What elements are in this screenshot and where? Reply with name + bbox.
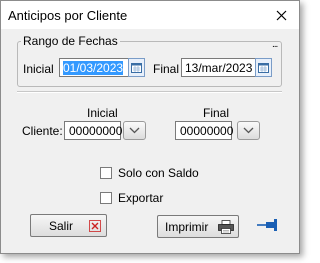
client-final-field[interactable]: 00000000 [175,121,234,140]
client-final-value: 00000000 [180,124,234,138]
calendar-icon [258,63,269,73]
title-bar: Anticipos por Cliente [1,1,299,29]
exit-button-label: Salir [49,218,74,233]
solo-con-saldo-checkbox[interactable] [100,167,112,179]
client-initial-dropdown-button[interactable] [123,121,146,140]
more-options-button[interactable]: ... [272,39,278,50]
chevron-down-icon [243,127,254,134]
client-initial-header: Inicial [87,106,118,120]
client-final-header: Final [203,106,230,120]
exportar-label: Exportar [118,191,164,205]
pin-icon[interactable] [256,217,280,233]
section-divider [17,91,282,93]
initial-date-field[interactable]: 01/03/2023 [59,58,129,77]
x-icon [89,219,101,232]
final-date-field[interactable]: 13/mar/2023 [181,58,256,77]
final-date-picker-button[interactable] [255,58,272,77]
client-final-dropdown-button[interactable] [237,121,260,140]
client-label: Cliente: [22,124,63,138]
client-initial-value: 00000000 [69,124,123,138]
chevron-down-icon [129,127,140,134]
dialog-window: Anticipos por Cliente Rango de Fechas ..… [0,0,300,254]
final-date-label: Final [153,62,180,76]
client-initial-field[interactable]: 00000000 [64,121,123,140]
print-button[interactable]: Imprimir [157,215,239,238]
date-range-legend: Rango de Fechas [21,34,120,48]
final-date-value: 13/mar/2023 [185,61,253,75]
exportar-checkbox[interactable] [100,192,112,204]
print-button-label: Imprimir [165,219,209,234]
calendar-icon [131,63,142,73]
close-button[interactable] [263,1,299,29]
initial-date-label: Inicial [23,62,54,76]
initial-date-picker-button[interactable] [128,58,145,77]
printer-icon [218,219,234,234]
solo-con-saldo-label: Solo con Saldo [118,166,199,180]
exit-button[interactable]: Salir [30,214,107,237]
initial-date-value: 01/03/2023 [63,61,124,75]
close-icon [276,10,286,20]
window-title: Anticipos por Cliente [8,8,128,23]
